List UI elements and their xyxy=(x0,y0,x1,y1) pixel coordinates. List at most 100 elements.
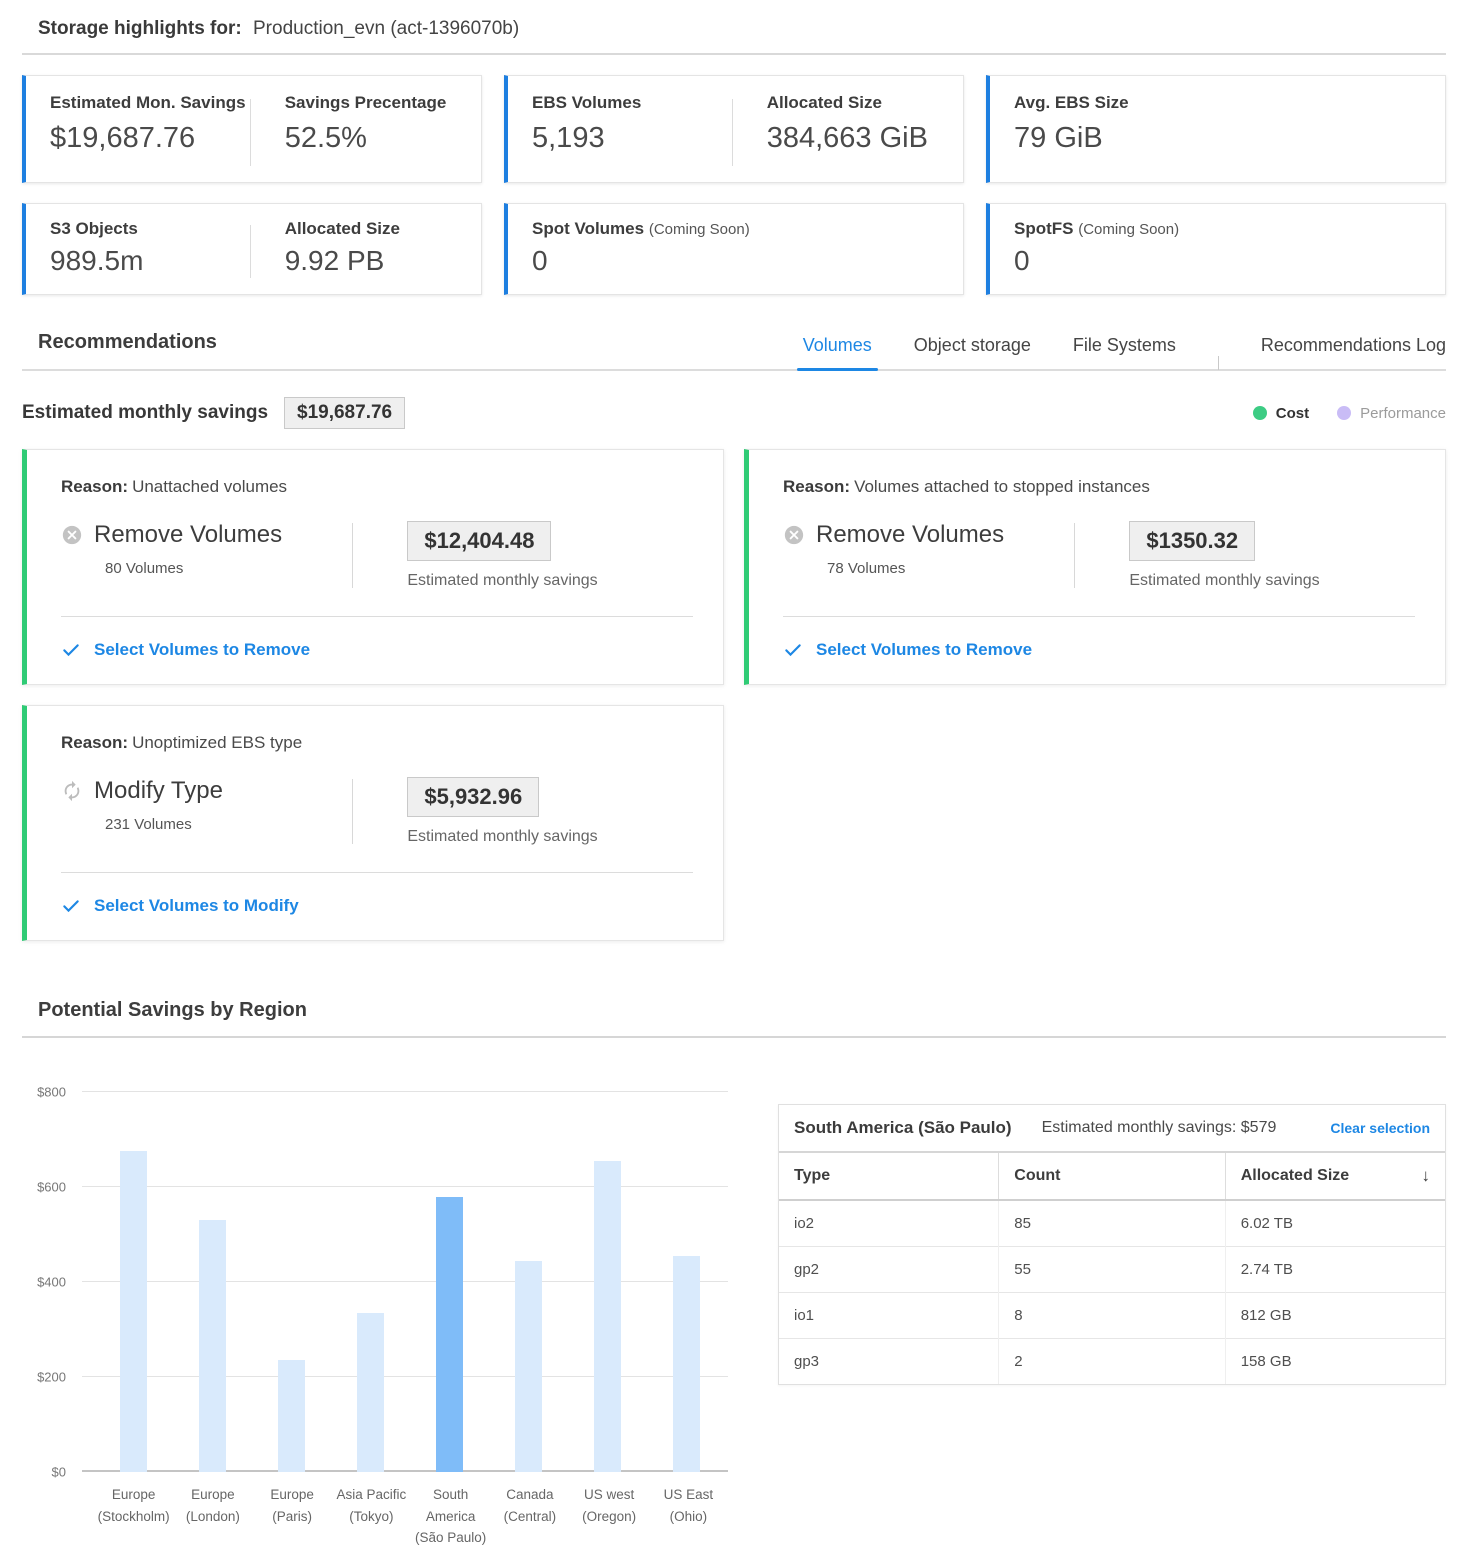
stat-value: 384,663 GiB xyxy=(767,122,945,155)
tab-object-storage[interactable]: Object storage xyxy=(914,335,1031,369)
page-title: Storage highlights for: xyxy=(38,18,242,39)
y-axis-tick: $400 xyxy=(22,1275,66,1290)
volume-count: 231 Volumes xyxy=(105,816,352,833)
stat-label: Allocated Size xyxy=(285,219,463,239)
performance-dot-icon xyxy=(1337,406,1351,420)
y-axis-tick: $0 xyxy=(22,1465,66,1480)
region-detail-table: South America (São Paulo) Estimated mont… xyxy=(778,1104,1446,1385)
card-horizontal-divider xyxy=(783,616,1415,617)
cell-type: io1 xyxy=(779,1293,999,1339)
stat-value: 5,193 xyxy=(532,122,732,155)
x-axis-label: Asia Pacific(Tokyo) xyxy=(332,1484,411,1549)
table-row: gp3 2 158 GB xyxy=(779,1339,1445,1385)
tab-recommendations-log[interactable]: Recommendations Log xyxy=(1261,335,1446,369)
stat-label: Savings Precentage xyxy=(285,93,463,113)
column-allocated-size[interactable]: Allocated Size ↓ xyxy=(1225,1153,1445,1200)
region-section-body: $0$200$400$600$800 Europe(Stockholm)Euro… xyxy=(22,1080,1446,1549)
tab-file-systems[interactable]: File Systems xyxy=(1073,335,1176,369)
sort-descending-icon[interactable]: ↓ xyxy=(1422,1166,1431,1186)
card-avg-ebs-size: Avg. EBS Size 79 GiB xyxy=(986,75,1446,183)
stat-s3-objects: S3 Objects 989.5m xyxy=(50,219,250,280)
legend-performance: Performance xyxy=(1337,405,1446,422)
bar-slot xyxy=(647,1092,726,1472)
cell-size: 812 GB xyxy=(1225,1293,1445,1339)
action-title: Remove Volumes xyxy=(94,521,282,549)
account-name: Production_evn (act-1396070b) xyxy=(253,18,519,39)
column-type: Type xyxy=(779,1153,999,1200)
card-ebs-volumes: EBS Volumes 5,193 Allocated Size 384,663… xyxy=(504,75,964,183)
coming-soon-tag: (Coming Soon) xyxy=(649,221,750,238)
region-bar-london[interactable] xyxy=(199,1220,226,1472)
region-bar-ohio[interactable] xyxy=(673,1256,700,1472)
action-title: Remove Volumes xyxy=(816,521,1004,549)
header-divider xyxy=(22,53,1446,55)
select-volumes-to-modify-action[interactable]: Select Volumes to Modify xyxy=(61,896,693,916)
bar-slot xyxy=(252,1092,331,1472)
stat-value: 989.5m xyxy=(50,245,250,277)
rec-card-unattached-volumes: Reason:Unattached volumes Remove Volumes… xyxy=(22,449,724,685)
stat-avg-ebs-size: Avg. EBS Size 79 GiB xyxy=(1014,93,1427,168)
region-bar-oregon[interactable] xyxy=(594,1161,621,1472)
check-icon xyxy=(61,896,81,916)
region-section-divider xyxy=(22,1036,1446,1038)
stat-savings-percentage: Savings Precentage 52.5% xyxy=(251,93,463,168)
stat-value: 0 xyxy=(1014,245,1427,277)
tab-separator xyxy=(1218,356,1219,370)
x-axis-label: US west(Oregon) xyxy=(570,1484,649,1549)
card-spot-volumes: Spot Volumes (Coming Soon) 0 xyxy=(504,203,964,295)
stat-value: 79 GiB xyxy=(1014,122,1427,155)
cell-size: 6.02 TB xyxy=(1225,1200,1445,1247)
reason-line: Reason:Unoptimized EBS type xyxy=(61,733,693,753)
cost-performance-legend: Cost Performance xyxy=(1253,405,1446,422)
stat-allocated-size-s3: Allocated Size 9.92 PB xyxy=(251,219,463,280)
select-volumes-to-remove-action[interactable]: Select Volumes to Remove xyxy=(61,640,693,660)
x-axis-label: Europe(Paris) xyxy=(253,1484,332,1549)
cell-count: 8 xyxy=(999,1293,1225,1339)
action-link-label: Select Volumes to Remove xyxy=(816,640,1032,660)
savings-by-region-chart: $0$200$400$600$800 Europe(Stockholm)Euro… xyxy=(22,1080,728,1549)
table-row: io2 85 6.02 TB xyxy=(779,1200,1445,1247)
cell-count: 2 xyxy=(999,1339,1225,1385)
stat-label: Allocated Size xyxy=(767,93,945,113)
stat-spotfs: SpotFS (Coming Soon) 0 xyxy=(1014,219,1427,280)
stat-value: 0 xyxy=(532,245,945,277)
region-section-title: Potential Savings by Region xyxy=(22,999,1446,1022)
savings-amount-badge: $12,404.48 xyxy=(407,521,551,561)
select-volumes-to-remove-action[interactable]: Select Volumes to Remove xyxy=(783,640,1415,660)
card-horizontal-divider xyxy=(61,872,693,873)
volume-count: 80 Volumes xyxy=(105,560,352,577)
y-axis-tick: $800 xyxy=(22,1085,66,1100)
savings-amount-caption: Estimated monthly savings xyxy=(407,828,693,846)
stat-label: SpotFS (Coming Soon) xyxy=(1014,219,1427,239)
reason-line: Reason:Volumes attached to stopped insta… xyxy=(783,477,1415,497)
check-icon xyxy=(783,640,803,660)
bar-slot xyxy=(94,1092,173,1472)
region-bar-paris[interactable] xyxy=(278,1360,305,1472)
stats-grid: Estimated Mon. Savings $19,687.76 Saving… xyxy=(22,75,1446,295)
cell-size: 158 GB xyxy=(1225,1339,1445,1385)
savings-row: Estimated monthly savings $19,687.76 Cos… xyxy=(22,397,1446,429)
action-title: Modify Type xyxy=(94,777,223,805)
stat-allocated-size-ebs: Allocated Size 384,663 GiB xyxy=(733,93,945,168)
recommendations-header: Recommendations Volumes Object storage F… xyxy=(22,331,1446,371)
clear-selection-link[interactable]: Clear selection xyxy=(1330,1120,1430,1136)
chart-plot-area: $0$200$400$600$800 xyxy=(80,1092,728,1472)
cell-type: gp2 xyxy=(779,1247,999,1293)
savings-amount-badge: $5,932.96 xyxy=(407,777,539,817)
region-bar-central[interactable] xyxy=(515,1261,542,1472)
y-axis-tick: $200 xyxy=(22,1370,66,1385)
region-bar-são-paulo[interactable] xyxy=(436,1197,463,1472)
check-icon xyxy=(61,640,81,660)
stat-estimated-mon-savings: Estimated Mon. Savings $19,687.76 xyxy=(50,93,250,168)
legend-cost: Cost xyxy=(1253,405,1309,422)
region-bar-stockholm[interactable] xyxy=(120,1151,147,1472)
bars-layer xyxy=(94,1092,726,1472)
tab-volumes[interactable]: Volumes xyxy=(803,335,872,369)
chart-x-axis-labels: Europe(Stockholm)Europe(London)Europe(Pa… xyxy=(94,1484,728,1549)
region-bar-tokyo[interactable] xyxy=(357,1313,384,1472)
estimated-monthly-savings-label: Estimated monthly savings xyxy=(22,402,268,424)
volume-types-table: Type Count Allocated Size ↓ io2 85 xyxy=(779,1153,1445,1384)
cell-size: 2.74 TB xyxy=(1225,1247,1445,1293)
storage-dashboard: Storage highlights for: Production_evn (… xyxy=(0,0,1468,1549)
cell-type: gp3 xyxy=(779,1339,999,1385)
